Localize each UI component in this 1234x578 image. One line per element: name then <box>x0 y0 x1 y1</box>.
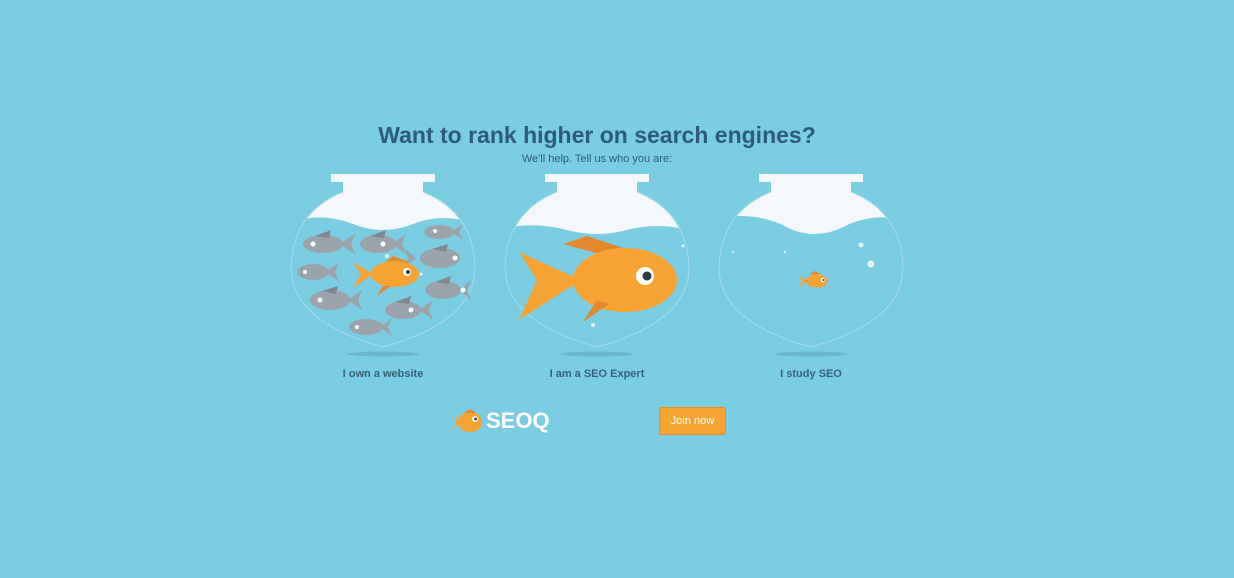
fishbowl-small-fish-icon <box>718 174 904 357</box>
option-seo-expert[interactable] <box>497 172 697 362</box>
page-title: Want to rank higher on search engines? <box>378 122 816 148</box>
fishbowl-big-fish-icon <box>504 174 690 357</box>
option-website-owner[interactable] <box>283 172 483 362</box>
page: Want to rank higher on search engines? W… <box>0 0 1234 578</box>
page-subtitle: We'll help. Tell us who you are: <box>521 153 673 165</box>
seoq-logo[interactable]: SEOQ <box>454 405 550 437</box>
option-seo-student[interactable] <box>711 172 911 362</box>
fish-logo-icon <box>454 409 482 432</box>
option-label-website-owner[interactable]: I own a website <box>283 368 483 380</box>
fishbowl-crowded-icon <box>290 174 476 357</box>
join-now-button[interactable]: Join now <box>659 407 726 435</box>
logo-text: SEOQ <box>486 408 550 433</box>
option-label-seo-student[interactable]: I study SEO <box>711 368 911 380</box>
option-label-seo-expert[interactable]: I am a SEO Expert <box>497 368 697 380</box>
